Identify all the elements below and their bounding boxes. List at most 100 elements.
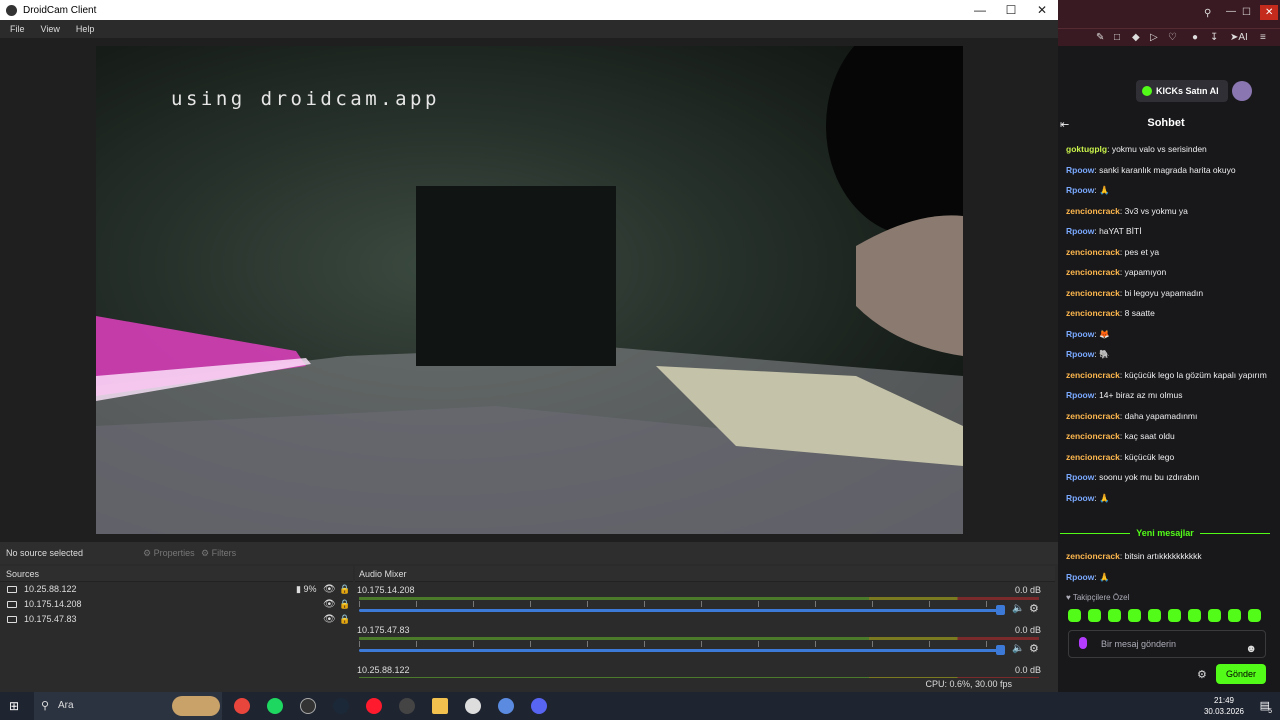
spotify-icon[interactable] [267, 698, 283, 714]
close-button[interactable]: ✕ [1027, 0, 1057, 20]
opera-icon[interactable] [366, 698, 382, 714]
send-button[interactable]: Gönder [1216, 664, 1266, 684]
settings-icon[interactable] [465, 698, 481, 714]
chat-username[interactable]: zencioncrack [1066, 551, 1120, 561]
source-toolbar: No source selected ⚙ Properties ⚙ Filter… [0, 542, 1058, 564]
chat-username[interactable]: zencioncrack [1066, 431, 1120, 441]
heart-icon[interactable]: ♡ [1168, 32, 1177, 43]
emote-icon[interactable] [1168, 609, 1181, 622]
taskbar-search[interactable]: ⚲ Ara [34, 692, 222, 720]
download-icon[interactable]: ↧ [1210, 32, 1218, 43]
source-row[interactable]: 10.175.47.83 👁 🔒 [0, 612, 353, 627]
emote-icon[interactable] [1128, 609, 1141, 622]
chat-username[interactable]: Rpoow [1066, 493, 1094, 503]
chat-username[interactable]: Rpoow [1066, 329, 1094, 339]
mic-icon[interactable] [1079, 637, 1087, 649]
chat-username[interactable]: zencioncrack [1066, 206, 1120, 216]
chat-username[interactable]: Rpoow [1066, 349, 1094, 359]
shield-icon[interactable]: ◆ [1132, 32, 1140, 43]
chat-username[interactable]: Rpoow [1066, 472, 1094, 482]
chat-username[interactable]: Rpoow [1066, 185, 1094, 195]
discord-icon[interactable] [531, 698, 547, 714]
chat-text: 14+ biraz az mı olmus [1099, 390, 1183, 400]
app-icon[interactable] [399, 698, 415, 714]
fader-handle[interactable] [996, 645, 1005, 655]
system-clock[interactable]: 21:49 30.03.2026 [1204, 695, 1244, 717]
emote-icon[interactable] [1208, 609, 1221, 622]
menu-help[interactable]: Help [76, 24, 95, 34]
chat-username[interactable]: Rpoow [1066, 226, 1094, 236]
lock-icon[interactable]: 🔒 [339, 582, 350, 597]
chat-username[interactable]: goktugplg [1066, 144, 1107, 154]
menu-view[interactable]: View [41, 24, 60, 34]
emote-icon[interactable] [1068, 609, 1081, 622]
source-status: No source selected [6, 548, 84, 558]
close-icon[interactable]: ✕ [1260, 5, 1279, 20]
extension-icon[interactable]: ✎ [1096, 32, 1104, 43]
channel-db: 0.0 dB [1014, 665, 1041, 675]
chat-username[interactable]: zencioncrack [1066, 247, 1120, 257]
profile-icon[interactable]: ● [1192, 32, 1198, 43]
visibility-icon[interactable]: 👁 [323, 612, 336, 627]
emote-icon[interactable] [1088, 609, 1101, 622]
avatar[interactable] [1232, 81, 1252, 101]
steam-icon[interactable] [333, 698, 349, 714]
chat-username[interactable]: Rpoow [1066, 390, 1094, 400]
emote-icon[interactable] [1228, 609, 1241, 622]
app-icon-2[interactable] [498, 698, 514, 714]
volume-meter [359, 637, 1039, 640]
filters-button[interactable]: ⚙ Filters [201, 548, 236, 559]
speaker-icon[interactable]: 🔈 [1012, 643, 1024, 654]
menu-icon[interactable]: ≡ [1260, 32, 1266, 43]
visibility-icon[interactable]: 👁 [323, 597, 336, 612]
play-icon[interactable]: ▷ [1150, 32, 1158, 43]
gear-icon[interactable]: ⚙ [1029, 602, 1039, 615]
emote-icon[interactable] [1148, 609, 1161, 622]
search-icon[interactable]: ⚲ [1204, 8, 1211, 19]
volume-fader[interactable] [359, 649, 1003, 652]
source-row[interactable]: 10.25.88.122 ▮ 9% 👁 🔒 [0, 582, 353, 597]
lock-icon[interactable]: 🔒 [339, 612, 350, 627]
folder-icon[interactable] [432, 698, 448, 714]
source-row[interactable]: 10.175.14.208 👁 🔒 [0, 597, 353, 612]
minimize-button[interactable]: — [965, 0, 995, 20]
gear-icon[interactable]: ⚙ [1029, 642, 1039, 655]
menu-file[interactable]: File [10, 24, 25, 34]
fader-handle[interactable] [996, 605, 1005, 615]
chat-text: küçücük lego [1124, 451, 1175, 462]
volume-fader[interactable] [359, 609, 1003, 612]
camera-icon [7, 616, 17, 623]
ai-icon[interactable]: ➤AI [1230, 32, 1248, 43]
tab-icon[interactable]: □ [1114, 32, 1120, 43]
lock-icon[interactable]: 🔒 [339, 597, 350, 612]
chat-input[interactable]: Bir mesaj gönderin ☻ [1068, 630, 1266, 658]
emote-icon[interactable] [1248, 609, 1261, 622]
chat-username[interactable]: zencioncrack [1066, 288, 1120, 298]
kicks-buy-button[interactable]: KICKs Satın Al [1136, 80, 1228, 102]
droidcam-taskbar-icon[interactable] [300, 698, 316, 714]
chat-username[interactable]: zencioncrack [1066, 452, 1120, 462]
chat-username[interactable]: zencioncrack [1066, 411, 1120, 421]
chrome-icon[interactable] [234, 698, 250, 714]
windows-start-icon[interactable]: ⊞ [9, 699, 19, 713]
restore-icon[interactable]: ☐ [1242, 7, 1251, 18]
emote-icon[interactable] [1188, 609, 1201, 622]
mixer-channel: 10.175.47.83 0.0 dB 🔈 ⚙ [355, 622, 1055, 662]
chat-message: zencioncrack: yapamıyon [1066, 267, 1167, 277]
chat-username[interactable]: zencioncrack [1066, 308, 1120, 318]
chat-username[interactable]: Rpoow [1066, 165, 1094, 175]
emote-icon[interactable] [1108, 609, 1121, 622]
chat-text: pes et ya [1124, 246, 1160, 257]
properties-button[interactable]: ⚙ Properties [143, 548, 195, 559]
speaker-icon[interactable]: 🔈 [1012, 603, 1024, 614]
emoji-icon[interactable]: ☻ [1245, 636, 1257, 662]
camera-icon [7, 601, 17, 608]
maximize-button[interactable]: ☐ [996, 0, 1026, 20]
chat-username[interactable]: Rpoow [1066, 572, 1094, 582]
minimize-icon[interactable]: — [1226, 6, 1236, 17]
chat-settings-icon[interactable]: ⚙ [1197, 668, 1207, 681]
chat-username[interactable]: zencioncrack [1066, 370, 1120, 380]
visibility-icon[interactable]: 👁 [323, 582, 336, 597]
chat-username[interactable]: zencioncrack [1066, 267, 1120, 277]
chat-message: Rpoow: 🦊 [1066, 328, 1110, 339]
